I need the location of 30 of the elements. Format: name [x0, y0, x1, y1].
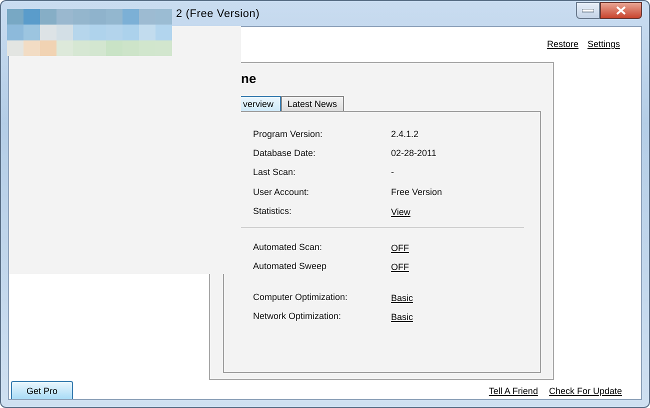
info-label: Network Optimization:: [253, 311, 342, 322]
minimize-button[interactable]: [576, 2, 600, 19]
info-label: Program Version:: [253, 128, 324, 139]
get-pro-button[interactable]: Get Pro: [11, 381, 73, 399]
header-link[interactable]: Restore: [546, 39, 578, 57]
info-label: Database Date:: [253, 148, 317, 158]
value-link[interactable]: View: [391, 206, 410, 217]
close-button[interactable]: [600, 2, 642, 19]
info-label: Computer Optimization:: [253, 292, 349, 302]
info-value: -: [391, 167, 395, 178]
window-title: 2 (Free Version): [176, 8, 260, 20]
info-value: 02-28-2011: [391, 148, 438, 158]
panel-heading: ne: [241, 71, 258, 88]
info-label: Last Scan:: [253, 167, 297, 178]
footer-link[interactable]: Tell A Friend: [488, 386, 538, 396]
close-icon: [616, 6, 626, 15]
value-link[interactable]: OFF: [391, 262, 409, 272]
info-label: Statistics:: [253, 206, 293, 216]
info-label: Automated Scan:: [253, 242, 324, 252]
info-label: Automated Sweep: [253, 261, 328, 272]
tab[interactable]: Latest News: [280, 96, 344, 111]
value-link[interactable]: Basic: [391, 292, 414, 303]
info-value: 2.4.1.2: [391, 128, 420, 139]
info-value: Free Version: [391, 186, 444, 197]
minimize-icon: [582, 8, 594, 12]
footer-link[interactable]: Check For Update: [548, 386, 622, 396]
value-link[interactable]: Basic: [391, 312, 414, 322]
value-link[interactable]: OFF: [391, 243, 409, 254]
info-label: User Account:: [253, 186, 310, 197]
header-link[interactable]: Settings: [587, 39, 620, 57]
